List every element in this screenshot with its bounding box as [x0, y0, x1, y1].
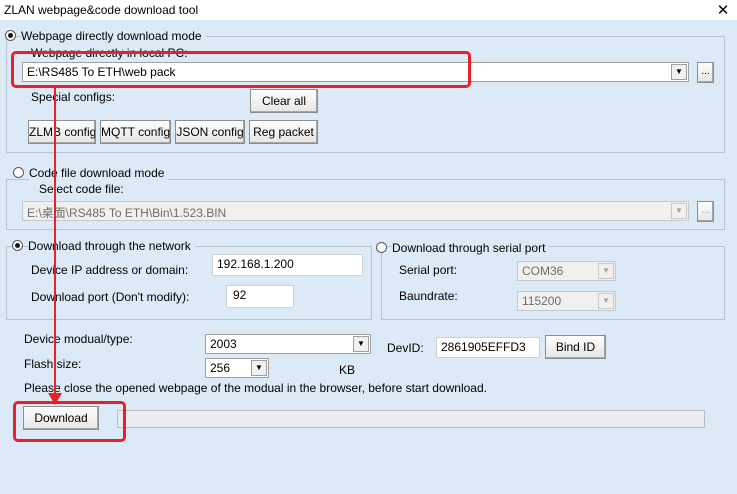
- annotation-arrow: [48, 87, 62, 405]
- download-tool-window: ZLAN webpage&code download tool ✕ Webpag…: [0, 0, 737, 494]
- arrow-head: [48, 393, 62, 405]
